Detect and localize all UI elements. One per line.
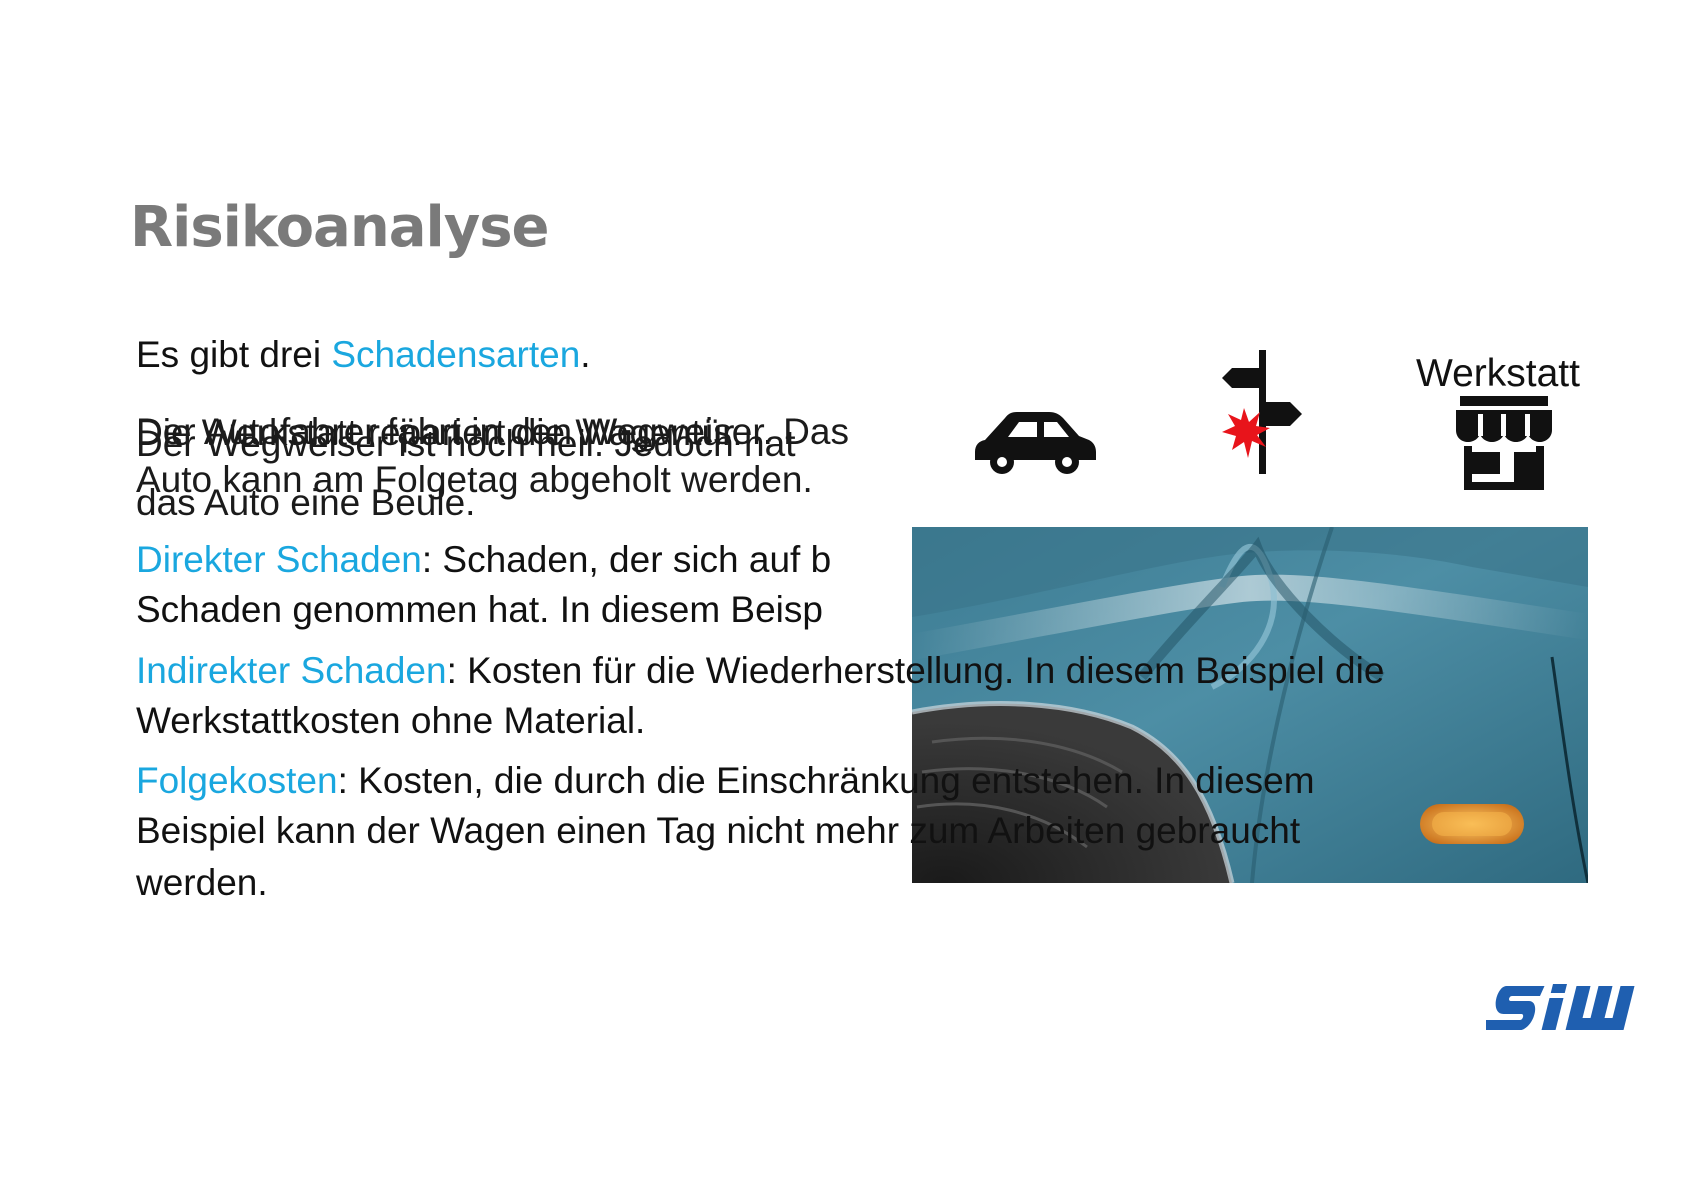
intro-highlight: Schadensarten bbox=[331, 334, 581, 375]
workshop-label: Werkstatt bbox=[1416, 352, 1580, 395]
car-icon bbox=[975, 410, 1097, 479]
definition-indirect-text: : Kosten für die Wiederherstellung. In d… bbox=[446, 650, 1385, 691]
definition-indirect-line1: Indirekter Schaden: Kosten für die Wiede… bbox=[136, 646, 1384, 696]
definition-consequential-line3: werden. bbox=[136, 862, 268, 903]
term-consequential-costs: Folgekosten bbox=[136, 760, 338, 801]
intro-text: Es gibt drei Schadensarten. bbox=[136, 330, 591, 380]
definition-consequential-line2: Beispiel kann der Wagen einen Tag nicht … bbox=[136, 810, 1301, 851]
overlay-text-3-line1: Der Wegweiser ist noch heil. Jedoch hat bbox=[136, 423, 796, 464]
definition-direct-text: : Schaden, der sich auf b bbox=[421, 539, 832, 580]
term-direct-damage: Direkter Schaden bbox=[136, 539, 422, 580]
siw-logo bbox=[1481, 980, 1642, 1041]
signpost-crash-icon bbox=[1222, 350, 1308, 479]
intro-suffix: . bbox=[580, 334, 591, 375]
definition-direct-line2: Schaden genommen hat. In diesem Beisp bbox=[136, 589, 823, 630]
definition-consequential-text: : Kosten, die durch die Einschränkung en… bbox=[337, 760, 1315, 801]
term-indirect-damage: Indirekter Schaden bbox=[136, 650, 447, 691]
slide: Risikoanalyse Es gibt drei Schadensarten… bbox=[0, 0, 1683, 1190]
definition-consequential-line1: Folgekosten: Kosten, die durch die Einsc… bbox=[136, 756, 1315, 806]
intro-prefix: Es gibt drei bbox=[136, 334, 332, 375]
overlay-text-3-line2: das Auto eine Beule. bbox=[136, 482, 476, 523]
slide-title: Risikoanalyse bbox=[130, 195, 550, 260]
definition-indirect-line2: Werkstattkosten ohne Material. bbox=[136, 700, 646, 741]
definition-direct-line1: Direkter Schaden: Schaden, der sich auf … bbox=[136, 535, 831, 585]
workshop-icon bbox=[1456, 396, 1552, 495]
